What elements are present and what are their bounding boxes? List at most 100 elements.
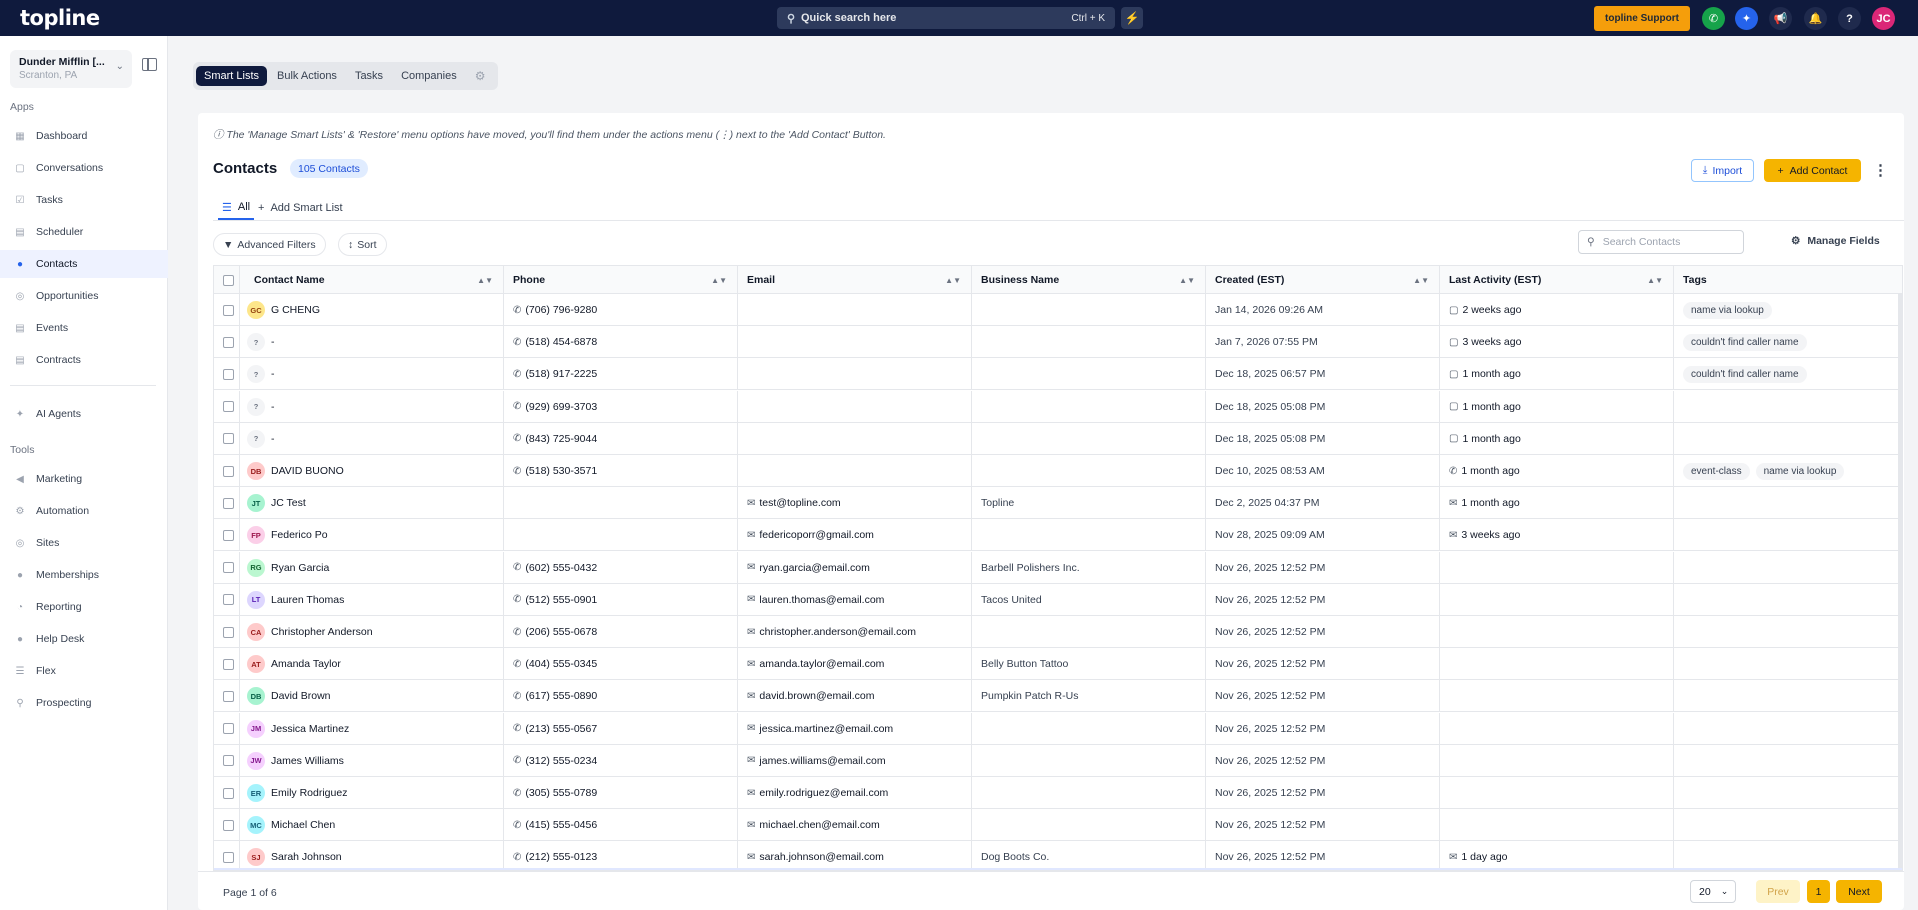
sidebar-item-marketing[interactable]: ◀ Marketing <box>0 465 168 493</box>
add-contact-button[interactable]: + Add Contact <box>1764 159 1861 182</box>
email-cell[interactable]: ✉ amanda.taylor@email.com <box>738 648 972 681</box>
support-button[interactable]: topline Support <box>1594 6 1690 31</box>
table-row[interactable]: GC G CHENG ✆ (706) 796-9280 Jan 14, 2026 09:… <box>214 294 1902 326</box>
email-cell[interactable]: ✉ james.williams@email.com <box>738 744 972 777</box>
email-cell[interactable]: ✉ emily.rodriguez@email.com <box>738 777 972 809</box>
email-cell[interactable]: ✉ jessica.martinez@email.com <box>738 712 972 745</box>
contact-name-cell[interactable]: JT JC Test <box>240 487 504 520</box>
table-row[interactable]: JM Jessica Martinez ✆ (213) 555-0567 ✉ jessic… <box>214 712 1902 745</box>
sidebar-item-tasks[interactable]: ☑ Tasks <box>0 186 168 214</box>
sort-button[interactable]: ↕ Sort <box>338 233 387 256</box>
contact-name-cell[interactable]: JM Jessica Martinez <box>240 712 504 745</box>
kebab-menu-icon[interactable]: ⋮ <box>1873 161 1888 179</box>
table-row[interactable]: ? - ✆ (929) 699-3703 Dec 18, 2025 05:08 PM ▢ 1… <box>214 390 1902 423</box>
help-icon[interactable]: ? <box>1838 7 1861 30</box>
search-contacts-input[interactable]: ⚲ Search Contacts <box>1578 230 1744 254</box>
email-cell[interactable]: ✉ lauren.thomas@email.com <box>738 583 972 616</box>
column-header-contact-name[interactable]: Contact Name ▲▼ <box>240 266 504 294</box>
column-header-tags[interactable]: Tags <box>1674 266 1902 294</box>
phone-cell[interactable]: ✆ (706) 796-9280 <box>504 294 738 326</box>
sidebar-collapse-icon[interactable] <box>142 58 157 71</box>
row-checkbox[interactable] <box>223 336 234 348</box>
sidebar-item-conversations[interactable]: ▢ Conversations <box>0 154 168 182</box>
row-checkbox[interactable] <box>223 755 234 767</box>
table-row[interactable]: DB DAVID BUONO ✆ (518) 530-3571 Dec 10, 2025… <box>214 455 1902 487</box>
sidebar-item-prospecting[interactable]: ⚲ Prospecting <box>0 689 168 717</box>
contact-name-cell[interactable]: FP Federico Po <box>240 519 504 552</box>
row-checkbox[interactable] <box>223 433 234 445</box>
column-header-email[interactable]: Email ▲▼ <box>738 266 972 294</box>
table-row[interactable]: DB David Brown ✆ (617) 555-0890 ✉ david.brown… <box>214 680 1902 713</box>
tab-bulk-actions[interactable]: Bulk Actions <box>269 66 345 86</box>
contact-name-cell[interactable]: ER Emily Rodriguez <box>240 777 504 809</box>
email-cell[interactable]: ✉ sarah.johnson@email.com <box>738 841 972 870</box>
contact-name-cell[interactable]: MC Michael Chen <box>240 809 504 842</box>
email-cell[interactable]: ✉ david.brown@email.com <box>738 680 972 713</box>
table-row[interactable]: ER Emily Rodriguez ✆ (305) 555-0789 ✉ emily.r… <box>214 777 1902 809</box>
contact-name-cell[interactable]: ? - <box>240 390 504 423</box>
row-checkbox[interactable] <box>223 562 234 574</box>
contact-name-cell[interactable]: DB David Brown <box>240 680 504 713</box>
phone-cell[interactable] <box>504 519 738 552</box>
phone-cell[interactable]: ✆ (213) 555-0567 <box>504 712 738 745</box>
row-checkbox[interactable] <box>223 723 234 735</box>
contact-name-cell[interactable]: ? - <box>240 358 504 391</box>
email-cell[interactable]: ✉ ryan.garcia@email.com <box>738 551 972 584</box>
contact-name-cell[interactable]: ? - <box>240 326 504 359</box>
row-checkbox[interactable] <box>223 787 234 799</box>
table-row[interactable]: CA Christopher Anderson ✆ (206) 555-0678 ✉ ch… <box>214 616 1902 648</box>
table-row[interactable]: MC Michael Chen ✆ (415) 555-0456 ✉ michael.ch… <box>214 809 1902 842</box>
contact-name-cell[interactable]: GC G CHENG <box>240 294 504 326</box>
table-row[interactable]: RG Ryan Garcia ✆ (602) 555-0432 ✉ ryan.garcia… <box>214 551 1902 584</box>
row-checkbox[interactable] <box>223 851 234 863</box>
email-cell[interactable] <box>738 455 972 487</box>
prev-page-button[interactable]: Prev <box>1756 880 1800 903</box>
email-cell[interactable]: ✉ christopher.anderson@email.com <box>738 616 972 648</box>
sidebar-item-help-desk[interactable]: ● Help Desk <box>0 625 168 653</box>
phone-cell[interactable]: ✆ (415) 555-0456 <box>504 809 738 842</box>
email-cell[interactable] <box>738 358 972 391</box>
row-checkbox[interactable] <box>223 465 234 477</box>
row-checkbox[interactable] <box>223 497 234 509</box>
table-row[interactable]: ? - ✆ (843) 725-9044 Dec 18, 2025 05:08 PM ▢ 1… <box>214 422 1902 455</box>
phone-cell[interactable]: ✆ (518) 454-6878 <box>504 326 738 359</box>
megaphone-icon[interactable]: 📢 <box>1769 7 1792 30</box>
phone-cell[interactable]: ✆ (929) 699-3703 <box>504 390 738 423</box>
phone-icon[interactable]: ✆ <box>1702 7 1725 30</box>
row-checkbox[interactable] <box>223 626 234 638</box>
quick-search[interactable]: ⚲ Quick search here Ctrl + K <box>777 7 1115 29</box>
subtab-all[interactable]: ☰ All <box>218 196 255 220</box>
tab-companies[interactable]: Companies <box>393 66 465 86</box>
table-row[interactable]: ? - ✆ (518) 454-6878 Jan 7, 2026 07:55 PM ▢ 3 … <box>214 326 1902 359</box>
email-cell[interactable] <box>738 390 972 423</box>
table-row[interactable]: LT Lauren Thomas ✆ (512) 555-0901 ✉ lauren.th… <box>214 583 1902 616</box>
row-checkbox[interactable] <box>223 401 234 413</box>
phone-cell[interactable]: ✆ (212) 555-0123 <box>504 841 738 870</box>
table-row[interactable]: AT Amanda Taylor ✆ (404) 555-0345 ✉ amanda.ta… <box>214 648 1902 681</box>
sidebar-item-contacts[interactable]: ● Contacts <box>0 250 168 278</box>
gear-icon[interactable]: ⚙ <box>467 65 494 87</box>
lightning-icon[interactable]: ⚡ <box>1121 7 1143 29</box>
email-cell[interactable] <box>738 294 972 326</box>
sidebar-item-opportunities[interactable]: ◎ Opportunities <box>0 282 168 310</box>
table-row[interactable]: ? - ✆ (518) 917-2225 Dec 18, 2025 06:57 PM ▢ 1… <box>214 358 1902 391</box>
column-header-created[interactable]: Created (EST) ▲▼ <box>1206 266 1440 294</box>
location-switcher[interactable]: Dunder Mifflin [... Scranton, PA ⌄ <box>10 50 132 88</box>
row-checkbox[interactable] <box>223 658 234 670</box>
row-checkbox[interactable] <box>223 690 234 702</box>
sidebar-item-ai-agents[interactable]: ✦ AI Agents <box>0 400 168 428</box>
contact-name-cell[interactable]: CA Christopher Anderson <box>240 616 504 648</box>
advanced-filters-button[interactable]: ▼ Advanced Filters <box>213 233 326 256</box>
contact-name-cell[interactable]: AT Amanda Taylor <box>240 648 504 681</box>
phone-cell[interactable]: ✆ (518) 917-2225 <box>504 358 738 391</box>
phone-cell[interactable]: ✆ (602) 555-0432 <box>504 551 738 584</box>
contact-name-cell[interactable]: DB DAVID BUONO <box>240 455 504 487</box>
contact-name-cell[interactable]: RG Ryan Garcia <box>240 551 504 584</box>
import-button[interactable]: ⤓ Import <box>1691 159 1754 182</box>
current-page-button[interactable]: 1 <box>1807 880 1830 903</box>
email-cell[interactable]: ✉ test@topline.com <box>738 487 972 520</box>
row-checkbox[interactable] <box>223 529 234 541</box>
contact-name-cell[interactable]: ? - <box>240 422 504 455</box>
table-row[interactable]: FP Federico Po ✉ federicoporr@gmail.com Nov … <box>214 519 1902 552</box>
magic-icon[interactable]: ✦ <box>1735 7 1758 30</box>
